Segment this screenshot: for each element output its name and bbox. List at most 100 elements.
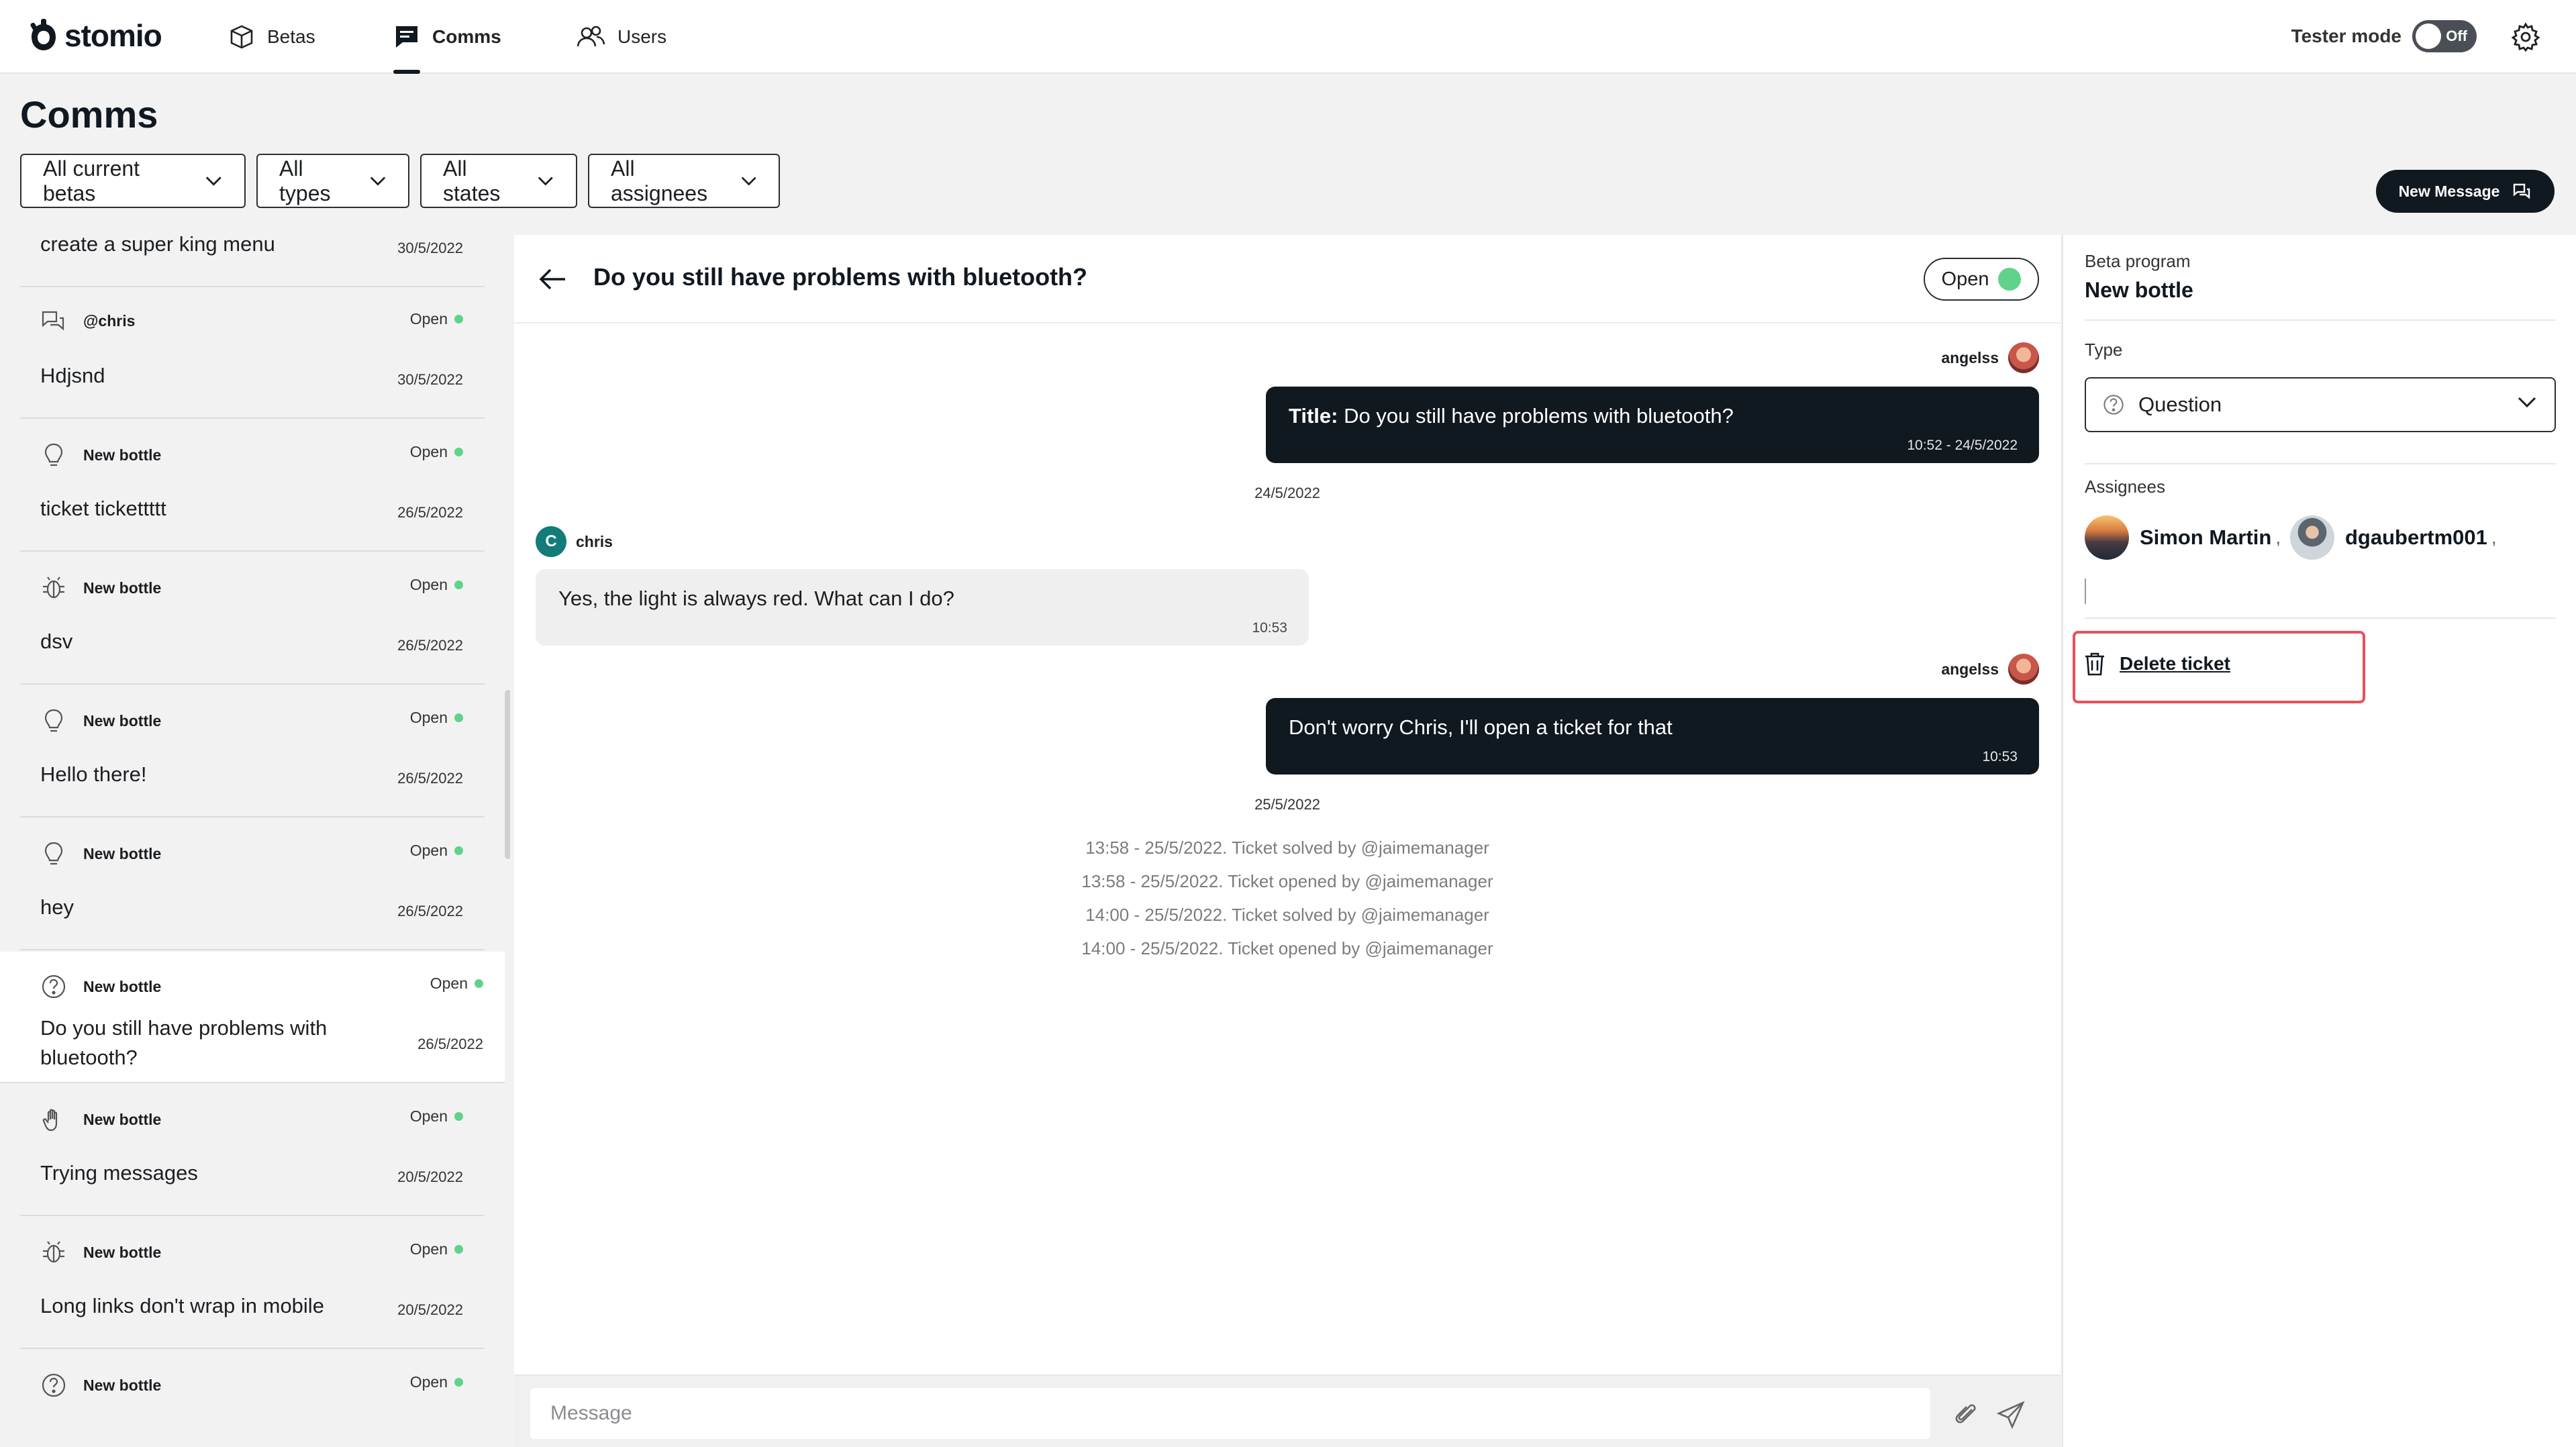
- beta-program-label: Beta program: [2085, 251, 2191, 271]
- type-label: Type: [2085, 340, 2123, 360]
- status-badge: Open: [410, 576, 463, 594]
- list-item-header: New bottle: [40, 840, 161, 867]
- nav-users[interactable]: Users: [576, 20, 666, 54]
- day-separator: 25/5/2022: [1254, 796, 1320, 813]
- list-item-date: 26/5/2022: [417, 1036, 483, 1052]
- avatar: [2290, 515, 2334, 560]
- list-item[interactable]: New bottle Open: [20, 1350, 485, 1447]
- message-composer: [514, 1375, 2061, 1447]
- box-icon: [230, 25, 253, 49]
- filter-states[interactable]: All states: [420, 154, 577, 208]
- logo[interactable]: stomio: [30, 17, 162, 54]
- assignee-name: dgaubertm001: [2345, 526, 2487, 549]
- ticket-status-toggle[interactable]: Open: [1924, 258, 2039, 301]
- status-label: Open: [409, 1373, 448, 1391]
- assignee-chip[interactable]: Simon Martin ,: [2085, 515, 2281, 560]
- filter-betas[interactable]: All current betas: [20, 154, 246, 208]
- list-item[interactable]: New bottle Open Hello there! 26/5/2022: [20, 686, 485, 817]
- delete-ticket-label: Delete ticket: [2120, 653, 2230, 674]
- chevron-down-icon: [538, 177, 554, 185]
- lightbulb-icon: [44, 443, 63, 466]
- status-dot: [454, 1378, 463, 1387]
- status-label: Open: [409, 1240, 448, 1258]
- chat-icon: [396, 26, 417, 48]
- toggle-state-label: Off: [2446, 28, 2467, 44]
- list-item-header: New bottle: [40, 1372, 161, 1399]
- assignees-label: Assignees: [2085, 477, 2165, 497]
- gear-icon[interactable]: [2510, 21, 2541, 52]
- avatar: [2085, 515, 2129, 560]
- filter-betas-label: All current betas: [43, 156, 140, 205]
- avatar: [2008, 654, 2039, 685]
- list-item-title: create a super king menu: [40, 235, 275, 256]
- status-dot: [454, 713, 463, 722]
- tester-mode-toggle[interactable]: Off: [2412, 20, 2477, 52]
- status-badge: Open: [410, 1240, 463, 1258]
- filter-assignees[interactable]: All assignees: [588, 154, 780, 208]
- status-label: Open: [409, 1107, 448, 1125]
- back-arrow-icon[interactable]: [536, 262, 571, 297]
- list-item-program: New bottle: [83, 446, 162, 464]
- assignee-input-caret[interactable]: [2085, 579, 2086, 604]
- message-title-prefix: Title:: [1289, 404, 1338, 428]
- list-item-selected[interactable]: New bottle Open Do you still have proble…: [0, 952, 505, 1083]
- users-icon: [577, 26, 605, 47]
- new-message-button[interactable]: New Message: [2376, 170, 2555, 213]
- delete-ticket-button[interactable]: Delete ticket: [2083, 651, 2230, 677]
- status-dot: [454, 846, 463, 855]
- assignee-name: Simon Martin: [2140, 526, 2272, 549]
- send-icon[interactable]: [1996, 1400, 2026, 1430]
- message-time: 10:53: [1982, 749, 2018, 764]
- list-item[interactable]: New bottle Open Long links don't wrap in…: [20, 1217, 485, 1349]
- status-label: Open: [409, 443, 448, 460]
- list-item[interactable]: New bottle Open ticket tickettttt 26/5/2…: [20, 420, 485, 552]
- status-badge: Open: [430, 975, 483, 993]
- status-badge: Open: [410, 709, 463, 727]
- message-bubble-outgoing: Title: Do you still have problems with b…: [1266, 387, 2039, 463]
- divider: [2085, 617, 2556, 619]
- nav-betas[interactable]: Betas: [228, 20, 315, 54]
- message-time: 10:53: [1252, 620, 1287, 636]
- list-item[interactable]: New bottle Open Trying messages 20/5/202…: [20, 1085, 485, 1216]
- list-item-date: 26/5/2022: [397, 770, 463, 787]
- list-item-title: Hdjsnd: [40, 364, 105, 387]
- status-dot: [454, 1245, 463, 1254]
- avatar: [2008, 342, 2039, 373]
- message-author-name: angelss: [1941, 348, 1999, 366]
- message-author: C chris: [536, 526, 613, 557]
- page-title: Comms: [20, 93, 158, 136]
- tester-mode: Tester mode Off: [2291, 20, 2477, 52]
- filter-types[interactable]: All types: [256, 154, 409, 208]
- assignee-chip[interactable]: dgaubertm001 ,: [2290, 515, 2497, 560]
- list-item[interactable]: New bottle Open hey 26/5/2022: [20, 819, 485, 950]
- list-item-title: dsv: [40, 630, 73, 653]
- lightbulb-icon: [44, 709, 63, 732]
- list-item-title: Do you still have problems with bluetoot…: [40, 1016, 328, 1069]
- question-icon: [2103, 395, 2124, 415]
- type-select[interactable]: Question: [2085, 377, 2556, 432]
- activity-log-entry: 13:58 - 25/5/2022. Ticket opened by @jai…: [1081, 871, 1493, 891]
- paperclip-icon[interactable]: [1952, 1400, 1980, 1428]
- list-item-header: New bottle: [40, 1239, 161, 1266]
- list-item-title: ticket tickettttt: [40, 497, 166, 520]
- question-icon: [42, 975, 66, 999]
- new-message-label: New Message: [2398, 182, 2500, 200]
- list-item[interactable]: create a super king menu 30/5/2022: [20, 235, 485, 287]
- nav-comms[interactable]: Comms: [393, 20, 501, 74]
- status-badge: Open: [410, 1107, 463, 1126]
- list-item-date: 30/5/2022: [397, 240, 463, 256]
- list-item-date: 30/5/2022: [397, 371, 463, 388]
- status-badge: Open: [410, 443, 463, 461]
- ticket-list[interactable]: create a super king menu 30/5/2022 @chri…: [0, 235, 510, 1447]
- list-item-program: New bottle: [83, 711, 162, 730]
- list-item[interactable]: @chris Open Hdjsnd 30/5/2022: [20, 287, 485, 419]
- message-input[interactable]: [530, 1388, 1930, 1439]
- list-item[interactable]: New bottle Open dsv 26/5/2022: [20, 553, 485, 685]
- list-scrollbar[interactable]: [505, 690, 510, 859]
- list-item-header: New bottle: [40, 442, 161, 468]
- top-bar: stomio Betas Comms Users Tester mode Off: [0, 0, 2576, 74]
- status-dot: [454, 315, 463, 323]
- divider: [2085, 319, 2556, 321]
- message-author: angelss: [1941, 654, 2039, 685]
- chat-bubbles-icon: [42, 311, 64, 331]
